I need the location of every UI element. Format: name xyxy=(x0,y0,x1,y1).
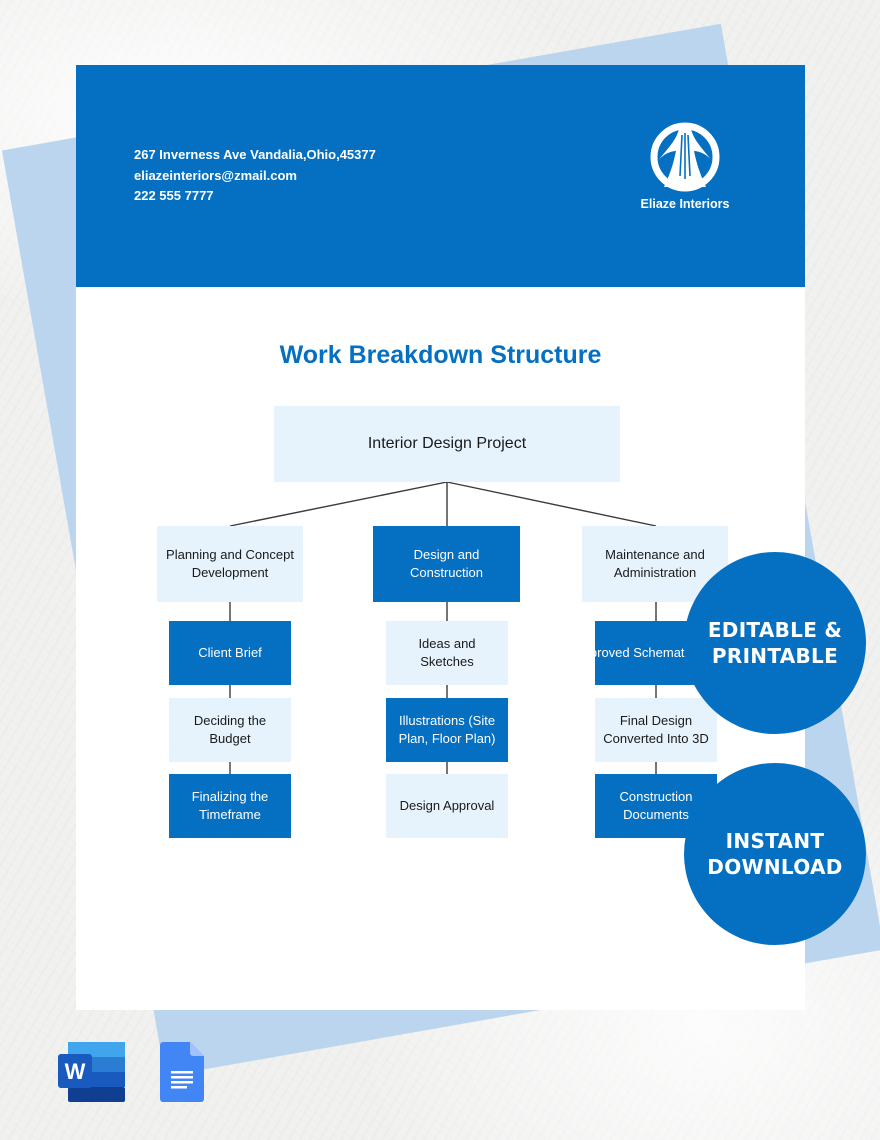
wbs-branch-design: Design and Construction xyxy=(373,526,520,602)
instant-download-label: INSTANT DOWNLOAD xyxy=(707,829,843,879)
wbs-task: Finalizing the Timeframe xyxy=(169,774,291,838)
wbs-root-node: Interior Design Project xyxy=(274,406,620,482)
instant-download-badge: INSTANT DOWNLOAD xyxy=(684,763,866,945)
connector-root-right xyxy=(446,481,657,527)
wbs-task: Design Approval xyxy=(386,774,508,838)
editable-printable-label: EDITABLE & PRINTABLE xyxy=(707,618,843,668)
wbs-task: Final Design Converted Into 3D xyxy=(595,698,717,762)
word-icon[interactable]: W xyxy=(58,1042,126,1102)
wbs-branch-planning: Planning and Concept Development xyxy=(157,526,303,602)
connector-root-left xyxy=(229,481,448,527)
svg-text:W: W xyxy=(65,1059,86,1084)
wbs-task: Client Brief xyxy=(169,621,291,685)
wbs-task: Ideas and Sketches xyxy=(386,621,508,685)
editable-printable-badge: EDITABLE & PRINTABLE xyxy=(684,552,866,734)
wbs-task: Illustrations (Site Plan, Floor Plan) xyxy=(386,698,508,762)
google-docs-icon[interactable] xyxy=(160,1042,204,1102)
wbs-task: Deciding the Budget xyxy=(169,698,291,762)
